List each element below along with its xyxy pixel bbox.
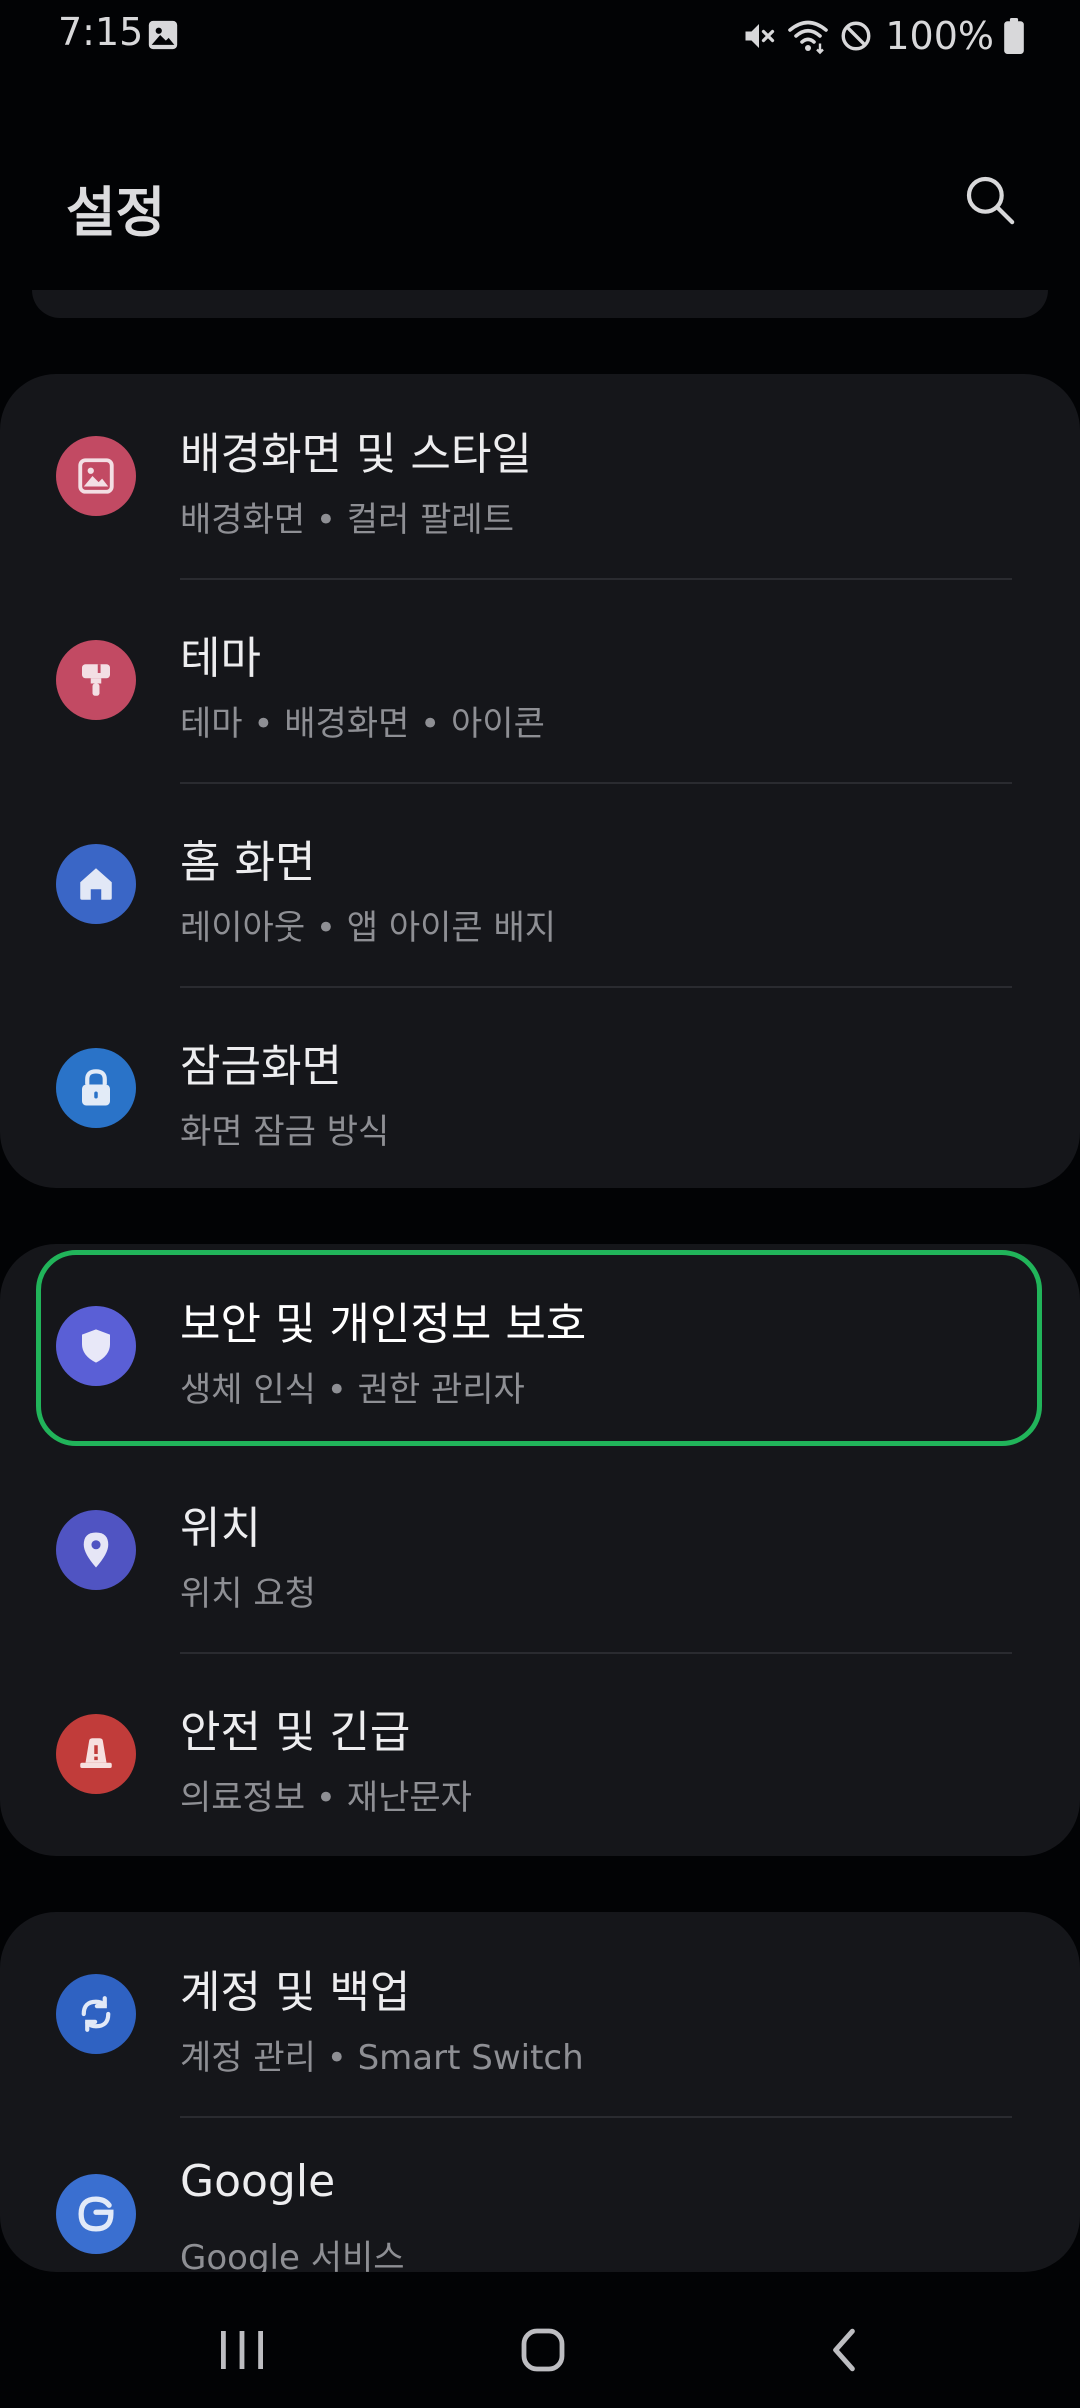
settings-item-theme[interactable]: 테마 테마 • 배경화면 • 아이콘	[0, 578, 1080, 781]
item-title: 홈 화면	[180, 837, 316, 888]
item-title: Google	[180, 2156, 336, 2207]
battery-icon	[1004, 18, 1024, 54]
gallery-icon	[148, 20, 178, 50]
mute-icon	[745, 24, 775, 48]
item-subtitle: 화면 잠금 방식	[180, 1112, 390, 1152]
status-icons: 100%	[741, 14, 1024, 58]
item-subtitle: 레이아웃 • 앱 아이콘 배지	[180, 908, 557, 948]
item-title: 보안 및 개인정보 보호	[180, 1299, 587, 1350]
navigation-bar	[0, 2290, 1080, 2408]
item-title: 잠금화면	[180, 1041, 342, 1092]
item-subtitle: 배경화면 • 컬러 팔레트	[180, 500, 514, 540]
settings-screen: 7:15 100% 설정 배경화면 및 스타일 배경화면 • 컬러 팔레트 테마…	[0, 0, 1080, 2408]
wallpaper-icon	[56, 436, 136, 516]
settings-group-accounts: 계정 및 백업 계정 관리 • Smart Switch Google Goog…	[0, 1912, 1080, 2272]
item-title: 계정 및 백업	[180, 1967, 411, 2018]
settings-item-wallpaper-style[interactable]: 배경화면 및 스타일 배경화면 • 컬러 팔레트	[0, 374, 1080, 577]
item-subtitle: 계정 관리 • Smart Switch	[180, 2038, 584, 2078]
settings-item-safety-emergency[interactable]: 안전 및 긴급 의료정보 • 재난문자	[0, 1652, 1080, 1855]
home-icon	[56, 844, 136, 924]
back-icon	[833, 2328, 855, 2372]
location-icon	[56, 1510, 136, 1590]
home-button[interactable]	[483, 2310, 603, 2390]
emergency-icon	[56, 1714, 136, 1794]
sync-icon	[56, 1974, 136, 2054]
shield-icon	[56, 1306, 136, 1386]
collapsed-card-edge	[32, 290, 1048, 318]
settings-item-lock-screen[interactable]: 잠금화면 화면 잠금 방식	[0, 986, 1080, 1188]
battery-percent: 100%	[885, 14, 994, 58]
item-subtitle: Google 서비스	[180, 2238, 405, 2272]
back-button[interactable]	[784, 2310, 904, 2390]
item-title: 위치	[180, 1503, 261, 1554]
item-subtitle: 테마 • 배경화면 • 아이콘	[180, 704, 545, 744]
settings-item-accounts-backup[interactable]: 계정 및 백업 계정 관리 • Smart Switch	[0, 1912, 1080, 2115]
item-title: 테마	[180, 633, 261, 684]
lock-icon	[56, 1048, 136, 1128]
settings-group-personalization: 배경화면 및 스타일 배경화면 • 컬러 팔레트 테마 테마 • 배경화면 • …	[0, 374, 1080, 1188]
item-title: 배경화면 및 스타일	[180, 429, 532, 480]
item-subtitle: 위치 요청	[180, 1574, 316, 1614]
home-button-icon	[521, 2328, 565, 2372]
wifi-icon	[788, 20, 829, 55]
settings-group-security: 보안 및 개인정보 보호 생체 인식 • 권한 관리자 위치 위치 요청 안전 …	[0, 1244, 1080, 1856]
google-icon	[56, 2174, 136, 2254]
settings-item-security-privacy[interactable]: 보안 및 개인정보 보호 생체 인식 • 권한 관리자	[0, 1244, 1080, 1447]
status-time: 7:15	[58, 10, 144, 54]
status-bar: 7:15 100%	[0, 0, 1080, 72]
search-icon	[966, 176, 1015, 225]
item-subtitle: 생체 인식 • 권한 관리자	[180, 1370, 525, 1410]
settings-item-location[interactable]: 위치 위치 요청	[0, 1448, 1080, 1651]
item-subtitle: 의료정보 • 재난문자	[180, 1778, 472, 1818]
item-title: 안전 및 긴급	[180, 1707, 411, 1758]
do-not-disturb-icon	[841, 21, 871, 51]
recents-button[interactable]	[182, 2310, 302, 2390]
paintbrush-icon	[56, 640, 136, 720]
settings-item-google[interactable]: Google Google 서비스	[0, 2112, 1080, 2272]
search-button[interactable]	[954, 164, 1026, 236]
page-title: 설정	[66, 181, 166, 244]
settings-item-home-screen[interactable]: 홈 화면 레이아웃 • 앱 아이콘 배지	[0, 782, 1080, 985]
recents-icon	[221, 2331, 263, 2369]
